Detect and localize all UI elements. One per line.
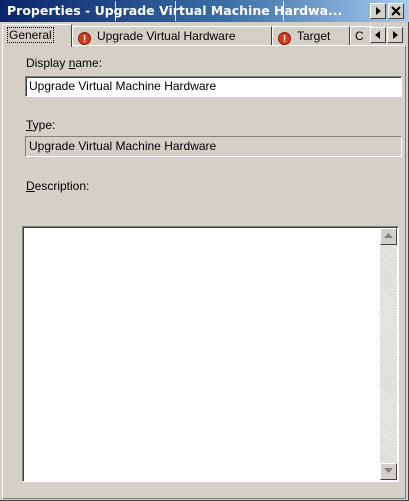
display-name-input[interactable]: [29, 79, 398, 93]
tab-label: Upgrade Virtual Hardware: [97, 29, 236, 43]
tab-scroll-left-button[interactable]: [370, 27, 386, 43]
type-value: Upgrade Virtual Machine Hardware: [29, 139, 217, 153]
description-scrollbar[interactable]: [380, 228, 397, 480]
menu-button[interactable]: [370, 3, 386, 19]
type-label: Type:: [26, 118, 56, 132]
display-name-field[interactable]: [25, 76, 402, 97]
tab-general[interactable]: General: [2, 24, 72, 47]
properties-window: Properties - Upgrade Virtual Machine Har…: [0, 0, 409, 501]
description-label: Description:: [26, 179, 90, 193]
scroll-up-button[interactable]: [380, 228, 397, 245]
scroll-down-button[interactable]: [380, 463, 397, 480]
tab-truncated[interactable]: C: [350, 26, 372, 46]
type-field: Upgrade Virtual Machine Hardware: [25, 136, 402, 157]
tab-upgrade-virtual-hardware[interactable]: ! Upgrade Virtual Hardware: [72, 26, 272, 46]
description-textarea[interactable]: [25, 229, 378, 479]
title-bar[interactable]: Properties - Upgrade Virtual Machine Har…: [0, 0, 409, 22]
tab-label: C: [355, 29, 364, 43]
close-button[interactable]: [388, 3, 404, 19]
tab-label: Target: [297, 29, 331, 43]
title-separator: [283, 1, 284, 21]
description-box[interactable]: [22, 226, 399, 482]
title-separator: [115, 1, 116, 21]
tab-scroll-right-button[interactable]: [387, 27, 403, 43]
tab-label: General: [7, 27, 54, 43]
tab-target[interactable]: ! Target: [272, 26, 350, 46]
warning-icon: !: [78, 32, 91, 45]
warning-icon: !: [278, 32, 291, 45]
display-name-label: Display name:: [26, 56, 103, 70]
title-separator: [175, 1, 176, 21]
tab-strip: General ! Upgrade Virtual Hardware ! Targe…: [0, 24, 409, 47]
